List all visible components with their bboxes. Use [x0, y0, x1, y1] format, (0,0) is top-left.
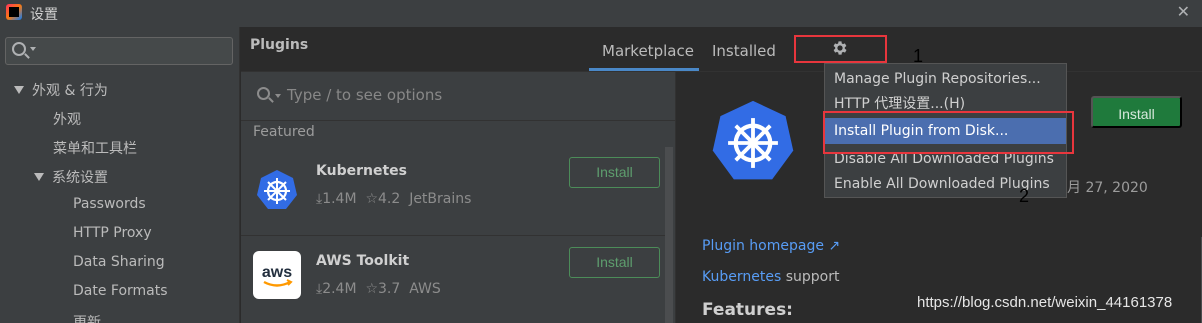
features-heading: Features:	[702, 300, 793, 320]
description-text: support	[781, 269, 840, 285]
plugin-rating: 4.2	[378, 191, 401, 207]
sidebar-item-label: 系统设置	[52, 170, 108, 186]
window-title: 设置	[30, 7, 58, 23]
watermark: https://blog.csdn.net/weixin_44161378	[917, 294, 1173, 311]
sidebar-item-http-proxy[interactable]: HTTP Proxy	[73, 225, 152, 241]
sidebar-item-appearance[interactable]: 外观	[53, 109, 81, 129]
tab-marketplace[interactable]: Marketplace	[602, 42, 694, 60]
plugin-downloads: 2.4M	[322, 281, 357, 297]
plugin-description: Kubernetes support	[702, 269, 839, 285]
divider	[241, 235, 665, 236]
plugin-row-kubernetes[interactable]: Kubernetes ⤓1.4M ☆4.2 JetBrains Install	[241, 147, 665, 237]
menu-item-enable-downloaded[interactable]: Enable All Downloaded Plugins	[825, 171, 1066, 197]
divider	[241, 120, 676, 121]
plugin-row-aws-toolkit[interactable]: aws AWS Toolkit ⤓2.4M ☆3.7 AWS Install	[241, 237, 665, 323]
menu-item-manage-repositories[interactable]: Manage Plugin Repositories...	[825, 66, 1066, 92]
release-date: 月 27, 2020	[1067, 180, 1148, 196]
search-icon	[12, 42, 26, 56]
tab-installed[interactable]: Installed	[712, 42, 776, 60]
plugin-meta: ⤓2.4M ☆3.7 AWS	[316, 281, 441, 297]
star-icon: ☆	[365, 191, 379, 207]
plugin-meta: ⤓1.4M ☆4.2 JetBrains	[316, 191, 471, 207]
sidebar-item-appearance-behavior[interactable]: 外观 & 行为	[14, 80, 108, 100]
plugin-list-pane: Type / to see options Featured Kubernete…	[241, 72, 676, 323]
section-heading-featured: Featured	[253, 124, 315, 140]
sidebar-search-input[interactable]	[5, 37, 233, 65]
install-button[interactable]: Install	[569, 247, 660, 278]
svg-text:aws: aws	[262, 264, 292, 281]
plugin-homepage-link[interactable]: Plugin homepage ↗	[702, 238, 840, 254]
sidebar-item-date-formats[interactable]: Date Formats	[73, 283, 168, 299]
annotation-number-2: 2	[1019, 186, 1030, 206]
install-button[interactable]: Install	[569, 157, 660, 188]
annotation-box-install-from-disk	[823, 111, 1074, 154]
page-title: Plugins	[250, 37, 309, 53]
annotation-number-1: 1	[913, 46, 924, 66]
star-icon: ☆	[365, 281, 379, 297]
plugin-name: Kubernetes	[316, 163, 407, 179]
sidebar-item-updates[interactable]: 更新	[73, 312, 101, 323]
plugin-vendor: JetBrains	[409, 191, 472, 207]
kubernetes-icon	[712, 100, 794, 180]
settings-sidebar: 外观 & 行为 外观 菜单和工具栏 系统设置 Passwords HTTP Pr…	[0, 27, 240, 323]
intellij-logo-icon	[6, 4, 22, 20]
kubernetes-icon	[257, 170, 297, 209]
sidebar-item-passwords[interactable]: Passwords	[73, 196, 146, 212]
install-button-primary[interactable]: Install	[1091, 96, 1182, 128]
plugin-downloads: 1.4M	[322, 191, 357, 207]
search-icon	[257, 87, 270, 100]
plugin-rating: 3.7	[378, 281, 401, 297]
annotation-box-gear	[794, 35, 887, 63]
plugin-name: AWS Toolkit	[316, 253, 410, 269]
close-icon[interactable]: ✕	[1177, 2, 1190, 21]
expand-triangle-icon[interactable]	[14, 86, 24, 94]
search-options-icon[interactable]	[30, 47, 36, 51]
sidebar-item-menus-toolbars[interactable]: 菜单和工具栏	[53, 138, 137, 158]
plugin-vendor: AWS	[409, 281, 441, 297]
title-bar: 设置 ✕	[0, 0, 1202, 27]
aws-icon: aws	[253, 251, 301, 299]
sidebar-item-data-sharing[interactable]: Data Sharing	[73, 254, 165, 270]
sidebar-item-label: 外观 & 行为	[32, 83, 108, 99]
kubernetes-link[interactable]: Kubernetes	[702, 269, 781, 285]
scrollbar[interactable]	[665, 147, 673, 323]
expand-triangle-icon[interactable]	[34, 173, 44, 181]
sidebar-item-system-settings[interactable]: 系统设置	[34, 167, 108, 187]
search-options-icon[interactable]	[275, 94, 281, 98]
search-placeholder: Type / to see options	[287, 86, 443, 104]
